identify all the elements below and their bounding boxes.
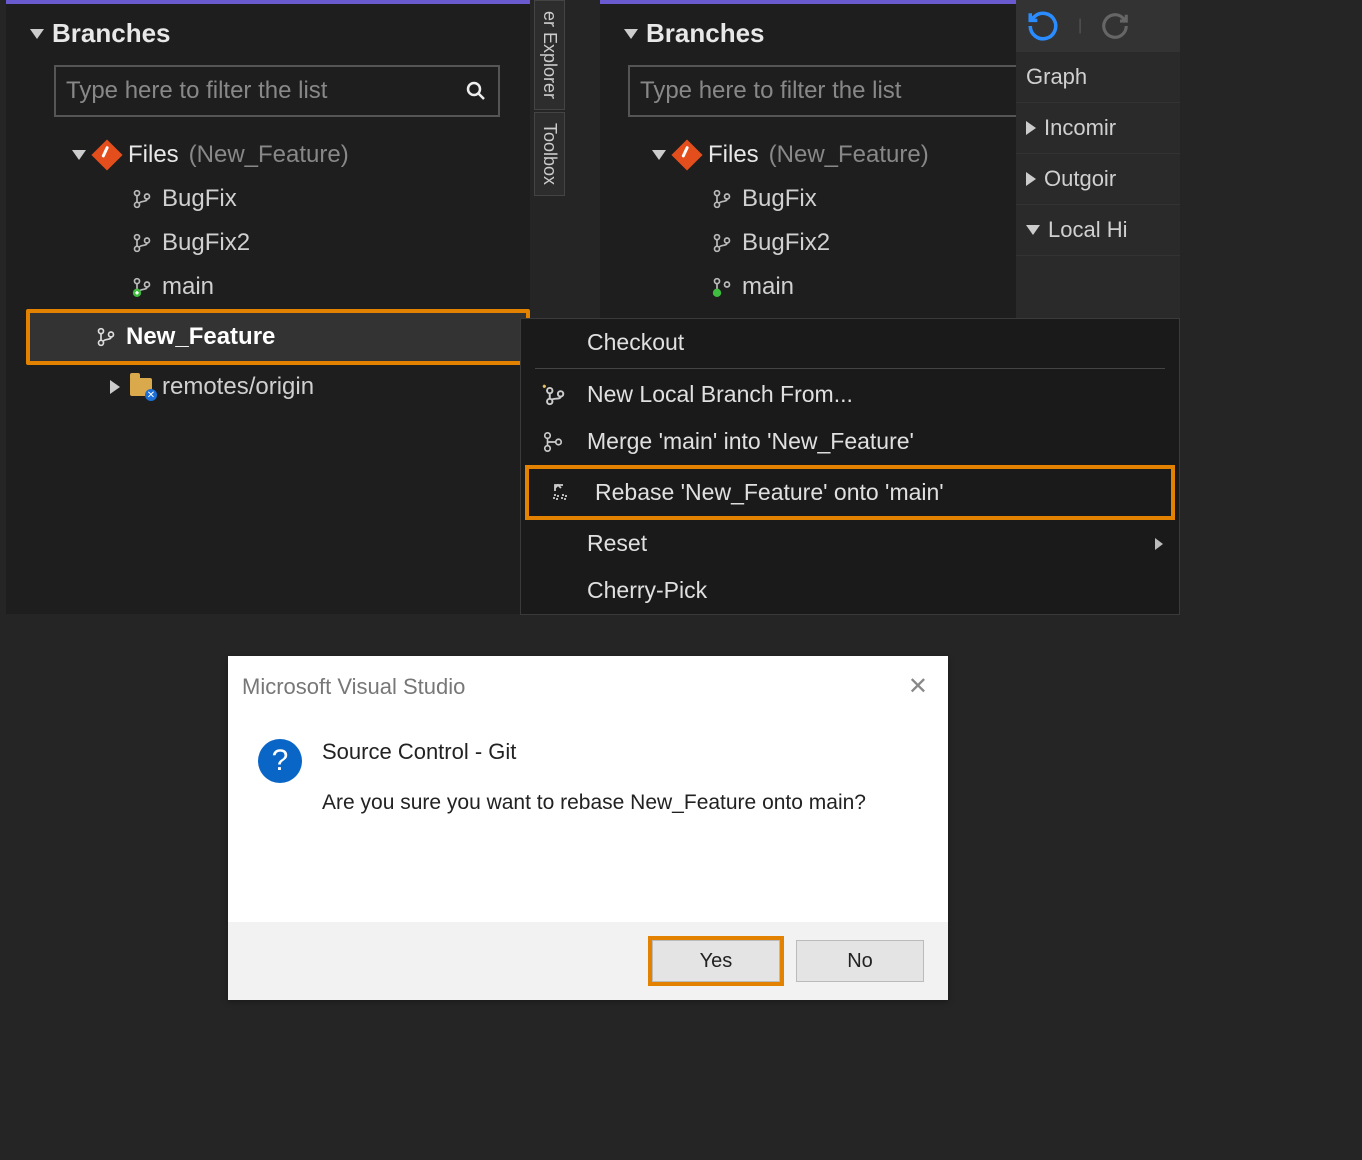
- outgoing-row[interactable]: Outgoir: [1016, 154, 1180, 205]
- tab-server-explorer[interactable]: er Explorer: [534, 0, 565, 110]
- branch-label: main: [742, 273, 794, 301]
- refresh-alt-icon[interactable]: [1100, 11, 1130, 41]
- expand-icon: [652, 150, 666, 160]
- no-button[interactable]: No: [796, 940, 924, 982]
- ctx-new-branch[interactable]: New Local Branch From...: [521, 371, 1179, 418]
- branch-row-bugfix[interactable]: BugFix: [66, 177, 530, 221]
- collapse-icon: [30, 29, 44, 39]
- repo-row[interactable]: Files (New_Feature): [66, 133, 530, 177]
- branch-icon: [132, 187, 152, 211]
- merge-icon: [533, 429, 573, 455]
- branch-icon: [712, 231, 732, 255]
- branch-label: BugFix2: [162, 229, 250, 257]
- branch-label: BugFix: [162, 185, 237, 213]
- expand-icon: [72, 150, 86, 160]
- graph-heading[interactable]: Graph: [1016, 52, 1180, 103]
- local-history-row[interactable]: Local Hi: [1016, 205, 1180, 256]
- remote-folder-icon: ✕: [130, 378, 152, 396]
- git-icon: [91, 139, 122, 170]
- branch-tracking-icon: [712, 275, 732, 299]
- remotes-label: remotes/origin: [162, 373, 314, 401]
- branches-title: Branches: [646, 18, 765, 49]
- ctx-merge[interactable]: Merge 'main' into 'New_Feature': [521, 418, 1179, 465]
- branch-context-menu: Checkout New Local Branch From... Merge …: [520, 318, 1180, 615]
- collapse-icon: [1026, 225, 1040, 235]
- collapse-icon: [624, 29, 638, 39]
- yes-button[interactable]: Yes: [652, 940, 780, 982]
- search-icon[interactable]: [464, 79, 488, 103]
- expand-icon: [1026, 121, 1036, 135]
- branch-icon: [712, 187, 732, 211]
- side-tab-strip: er Explorer Toolbox: [534, 0, 565, 198]
- expand-icon: [1026, 172, 1036, 186]
- filter-box[interactable]: [54, 65, 500, 117]
- branch-label: BugFix2: [742, 229, 830, 257]
- dialog-button-row: Yes No: [228, 922, 948, 1000]
- refresh-icon[interactable]: [1026, 9, 1060, 43]
- branch-row-main[interactable]: main: [66, 265, 530, 309]
- sparkle-branch-icon: [533, 382, 573, 408]
- dialog-heading: Source Control - Git: [322, 739, 866, 765]
- branch-label: New_Feature: [126, 323, 275, 351]
- git-icon: [671, 139, 702, 170]
- repo-name: Files: [708, 141, 759, 169]
- branch-row-newfeature[interactable]: New_Feature: [26, 309, 530, 365]
- dialog-title-text: Microsoft Visual Studio: [242, 674, 465, 700]
- repo-current-branch: (New_Feature): [189, 141, 349, 169]
- branch-icon: [96, 325, 116, 349]
- rebase-icon: [541, 481, 581, 505]
- close-icon[interactable]: ✕: [908, 672, 928, 701]
- ctx-reset[interactable]: Reset: [521, 520, 1179, 567]
- repo-current-branch: (New_Feature): [769, 141, 929, 169]
- branch-icon: [132, 231, 152, 255]
- ctx-cherry-pick[interactable]: Cherry-Pick: [521, 567, 1179, 614]
- repo-name: Files: [128, 141, 179, 169]
- dialog-message: Are you sure you want to rebase New_Feat…: [322, 791, 866, 815]
- branch-tracking-icon: [132, 275, 152, 299]
- expand-icon: [110, 380, 120, 394]
- ctx-checkout[interactable]: Checkout: [521, 319, 1179, 366]
- branch-row-bugfix2[interactable]: BugFix2: [66, 221, 530, 265]
- question-icon: ?: [258, 739, 302, 783]
- separator: [535, 368, 1165, 369]
- branch-label: BugFix: [742, 185, 817, 213]
- graph-toolbar: |: [1016, 0, 1180, 52]
- ctx-rebase[interactable]: Rebase 'New_Feature' onto 'main': [525, 465, 1175, 520]
- remotes-row[interactable]: ✕ remotes/origin: [66, 365, 530, 409]
- incoming-row[interactable]: Incomir: [1016, 103, 1180, 154]
- branches-title: Branches: [52, 18, 171, 49]
- branch-label: main: [162, 273, 214, 301]
- branch-tree: Files (New_Feature) BugFix BugFix2 main …: [6, 133, 530, 409]
- submenu-arrow-icon: [1155, 538, 1163, 550]
- branches-heading[interactable]: Branches: [6, 4, 530, 59]
- confirm-dialog: Microsoft Visual Studio ✕ ? Source Contr…: [228, 656, 948, 1000]
- branches-panel-left: Branches Files (New_Feature) BugFix BugF…: [6, 0, 530, 614]
- dialog-titlebar: Microsoft Visual Studio ✕: [228, 656, 948, 711]
- tab-toolbox[interactable]: Toolbox: [534, 112, 565, 196]
- filter-input[interactable]: [66, 77, 464, 105]
